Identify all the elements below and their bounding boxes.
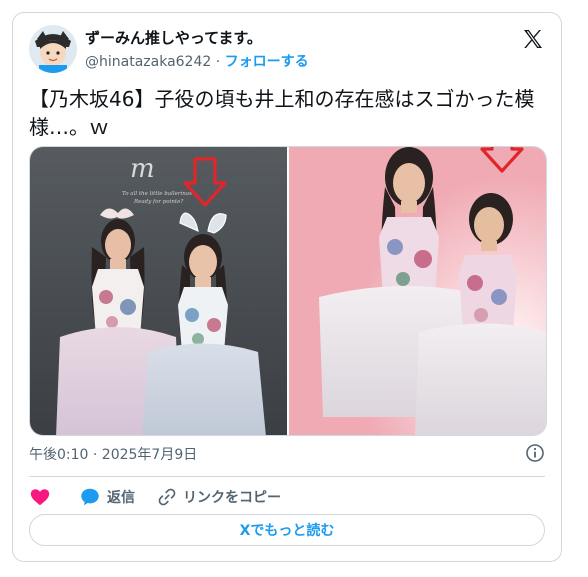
x-logo-icon[interactable] [521,27,545,51]
reply-label: 返信 [107,490,135,506]
read-more-button[interactable]: Xでもっと読む [29,514,545,546]
like-button[interactable] [29,486,57,508]
photo-right-illustration [289,147,546,435]
photo-caption-line2: Ready for pointe? [133,199,183,205]
info-icon[interactable] [525,443,545,463]
copy-link-label: リンクをコピー [183,490,281,506]
tweet-timestamp[interactable]: 午後0:10 · 2025年7月9日 [29,444,197,464]
tweet-text: 【乃木坂46】子役の頃も井上和の存在感はスゴかった模様…。ｗ [29,87,535,139]
reply-bubble-icon [81,488,99,506]
avatar[interactable] [29,25,77,73]
display-name[interactable]: ずーみん推しやってます。 [85,27,262,48]
tweet-card: ずーみん推しやってます。 @hinatazaka6242 · フォローする 【乃… [12,12,562,562]
copy-link-button[interactable]: リンクをコピー [157,487,281,507]
media-photo-left[interactable]: m To all the little ballerinas Ready for… [30,147,287,435]
handle-separator: · [215,54,221,70]
media-grid: m To all the little ballerinas Ready for… [29,146,547,436]
avatar-image [29,25,77,73]
heart-icon [30,489,50,506]
user-handle[interactable]: @hinatazaka6242 [85,54,211,70]
photo-left-illustration: m To all the little ballerinas Ready for… [30,147,287,435]
photo-logo: m [130,154,155,184]
photo-caption-line1: To all the little ballerinas [122,191,192,197]
reply-button[interactable]: 返信 [79,486,135,508]
link-icon [158,488,176,506]
action-bar: 返信 リンクをコピー [29,485,303,509]
follow-button[interactable]: フォローする [225,54,309,70]
handle-row: @hinatazaka6242 · フォローする [85,51,309,71]
divider [29,476,545,477]
media-photo-right[interactable] [289,147,546,435]
